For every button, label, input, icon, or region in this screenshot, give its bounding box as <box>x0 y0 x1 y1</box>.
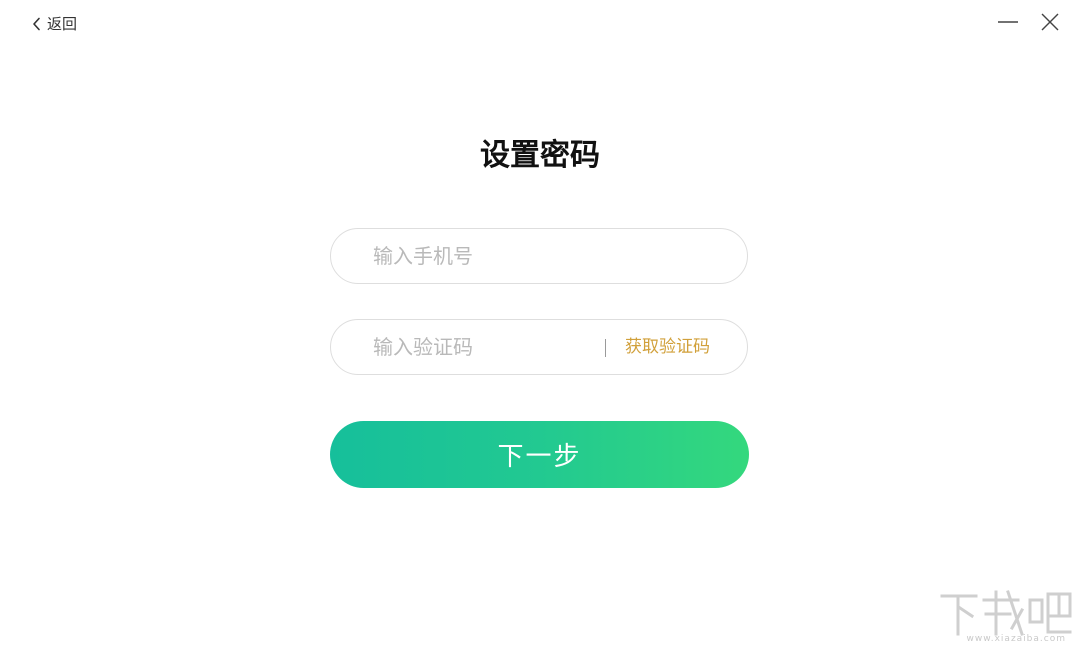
get-code-button[interactable]: 获取验证码 <box>625 320 710 374</box>
minimize-button[interactable] <box>992 10 1024 38</box>
watermark-logo: www.xiazaiba.com <box>938 588 1074 646</box>
minimize-icon <box>997 14 1019 34</box>
back-label: 返回 <box>47 15 78 33</box>
chevron-left-icon <box>32 17 41 31</box>
verification-code-field: 获取验证码 <box>330 319 748 375</box>
set-password-window: 返回 设置密码 获取验证码 下一步 <box>0 0 1080 650</box>
next-step-button[interactable]: 下一步 <box>330 421 749 488</box>
close-button[interactable] <box>1034 10 1066 38</box>
back-button[interactable]: 返回 <box>32 13 77 35</box>
window-controls <box>992 10 1066 38</box>
field-divider <box>605 339 606 357</box>
page-title: 设置密码 <box>480 138 600 173</box>
verification-code-input[interactable] <box>373 320 593 374</box>
close-icon <box>1041 13 1059 35</box>
phone-field <box>330 228 748 284</box>
watermark-url: www.xiazaiba.com <box>966 634 1066 644</box>
phone-input[interactable] <box>373 229 713 283</box>
